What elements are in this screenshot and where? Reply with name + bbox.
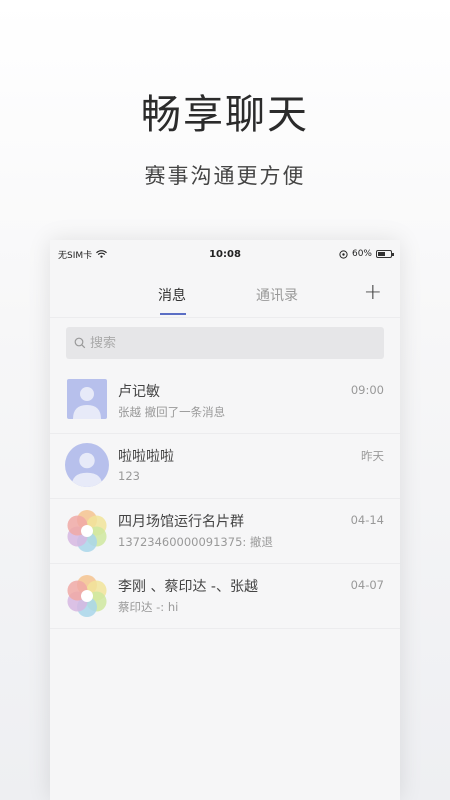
- conversation-item[interactable]: 卢记敏 张越 撤回了一条消息 09:00: [50, 369, 400, 434]
- conversation-preview: 张越 撤回了一条消息: [118, 405, 226, 419]
- tab-contacts[interactable]: 通讯录: [256, 285, 298, 305]
- conversation-time: 04-07: [350, 578, 384, 592]
- battery-percent: 60%: [351, 249, 372, 259]
- flower-center: [81, 525, 93, 537]
- conversation-name: 李刚 、蔡印达 -、张越: [118, 579, 258, 595]
- active-tab-indicator: [160, 313, 186, 315]
- tab-messages[interactable]: 消息: [158, 285, 186, 305]
- group-flower-avatar-icon: [67, 575, 107, 617]
- conversation-item[interactable]: 四月场馆运行名片群 13723460000091375: 撤退 04-14: [50, 499, 400, 564]
- conversation-preview: 123: [118, 469, 140, 483]
- add-button[interactable]: +: [364, 280, 382, 305]
- conversation-name: 四月场馆运行名片群: [118, 514, 244, 530]
- phone-screen: 无SIM卡 10:08 60% 消息 通讯录 + 搜索 卢记敏 张越 撤回了一条…: [50, 240, 400, 800]
- tab-bar: 消息 通讯录 +: [50, 268, 400, 318]
- carrier-label: 无SIM卡: [58, 250, 93, 261]
- wifi-icon: [96, 250, 108, 258]
- search-bar[interactable]: [66, 327, 384, 359]
- conversation-time: 昨天: [361, 449, 384, 463]
- rotation-lock-icon: [339, 249, 348, 259]
- flower-center: [81, 590, 93, 602]
- conversation-preview: 13723460000091375: 撤退: [118, 535, 273, 549]
- search-icon: [74, 337, 86, 349]
- conversation-item[interactable]: 李刚 、蔡印达 -、张越 蔡印达 -: hi 04-07: [50, 564, 400, 629]
- status-time: 10:08: [209, 248, 241, 260]
- battery-icon: [376, 250, 394, 258]
- promo-title: 畅享聊天: [141, 92, 309, 138]
- search-input[interactable]: [90, 335, 350, 351]
- conversation-name: 啦啦啦啦: [118, 449, 174, 465]
- round-person-avatar-icon: [65, 443, 109, 487]
- conversation-list: 卢记敏 张越 撤回了一条消息 09:00 啦啦啦啦 123 昨天 四月场馆运行名…: [50, 369, 400, 629]
- status-bar: 无SIM卡 10:08 60%: [50, 240, 400, 268]
- conversation-time: 04-14: [350, 513, 384, 527]
- square-person-avatar-icon: [67, 379, 107, 419]
- conversation-preview: 蔡印达 -: hi: [118, 600, 179, 614]
- conversation-time: 09:00: [350, 383, 384, 397]
- conversation-item[interactable]: 啦啦啦啦 123 昨天: [50, 434, 400, 499]
- promo-subtitle: 赛事沟通更方便: [144, 164, 306, 188]
- group-flower-avatar-icon: [67, 510, 107, 552]
- conversation-name: 卢记敏: [118, 384, 160, 400]
